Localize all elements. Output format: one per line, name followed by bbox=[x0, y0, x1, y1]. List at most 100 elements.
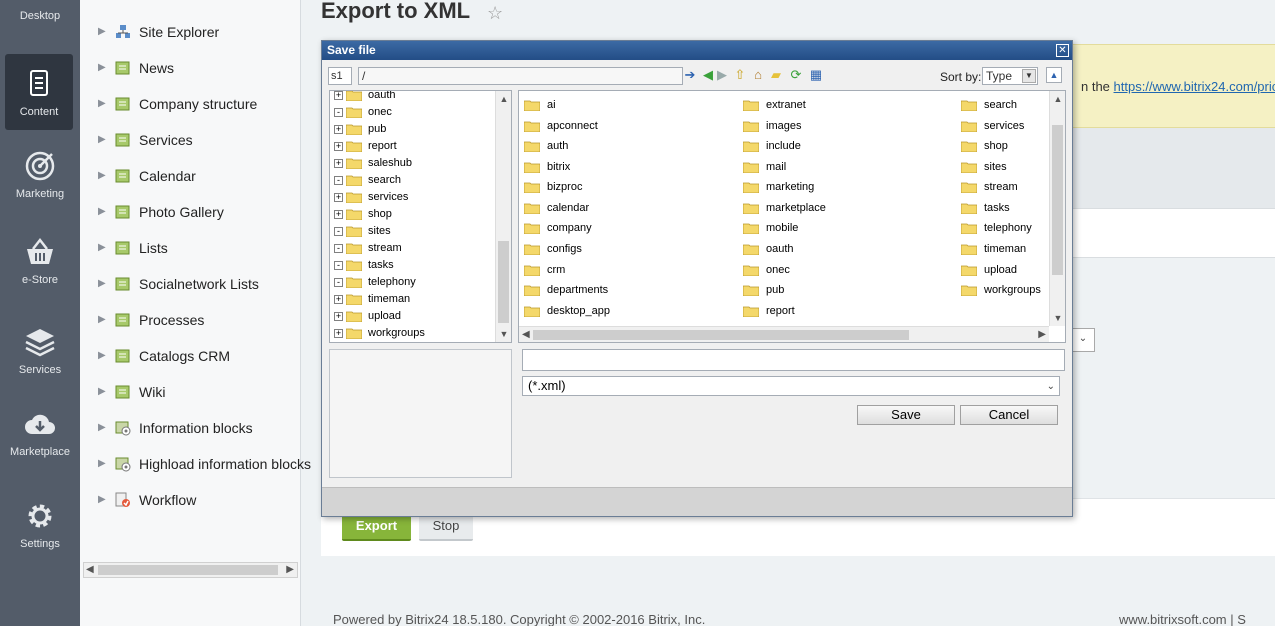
file-item[interactable]: mobile bbox=[743, 220, 943, 237]
tree-item-processes[interactable]: ▶ Processes bbox=[80, 309, 301, 331]
file-item[interactable]: marketing bbox=[743, 179, 943, 196]
dir-tree-item[interactable]: - telephony bbox=[330, 274, 500, 291]
scroll-right-icon[interactable]: ▶ bbox=[1038, 327, 1046, 342]
expand-icon[interactable]: + bbox=[334, 91, 343, 100]
expand-icon[interactable]: - bbox=[334, 244, 343, 253]
close-icon[interactable]: ✕ bbox=[1056, 44, 1069, 57]
tree-item-calendar[interactable]: ▶ Calendar bbox=[80, 165, 301, 187]
tree-item-information-blocks[interactable]: ▶ Information blocks bbox=[80, 417, 301, 439]
sort-by-select[interactable]: Type ▼ bbox=[982, 67, 1038, 85]
price-link[interactable]: https://www.bitrix24.com/price bbox=[1114, 79, 1275, 94]
forward-icon[interactable]: ▶ bbox=[714, 67, 730, 83]
file-item[interactable]: extranet bbox=[743, 97, 943, 114]
rail-item-marketing[interactable]: Marketing bbox=[0, 150, 80, 200]
file-item[interactable]: auth bbox=[524, 138, 724, 155]
expand-arrow-icon[interactable]: ▶ bbox=[98, 57, 106, 79]
expand-arrow-icon[interactable]: ▶ bbox=[98, 129, 106, 151]
scroll-down-icon[interactable]: ▼ bbox=[1050, 310, 1065, 326]
dir-tree-item[interactable]: + timeman bbox=[330, 291, 500, 308]
tree-item-site-explorer[interactable]: ▶ Site Explorer bbox=[80, 21, 301, 43]
scroll-left-icon[interactable]: ◀ bbox=[86, 563, 94, 577]
scroll-left-icon[interactable]: ◀ bbox=[522, 327, 530, 342]
file-item[interactable]: company bbox=[524, 220, 724, 237]
expand-arrow-icon[interactable]: ▶ bbox=[98, 93, 106, 115]
expand-arrow-icon[interactable]: ▶ bbox=[98, 309, 106, 331]
file-item[interactable]: bitrix bbox=[524, 159, 724, 176]
file-item[interactable]: pub bbox=[743, 282, 943, 299]
expand-icon[interactable]: + bbox=[334, 159, 343, 168]
file-item[interactable]: mail bbox=[743, 159, 943, 176]
dir-tree-item[interactable]: + shop bbox=[330, 206, 500, 223]
dir-tree-item[interactable]: + report bbox=[330, 138, 500, 155]
scroll-right-icon[interactable]: ▶ bbox=[286, 563, 294, 577]
expand-icon[interactable]: + bbox=[334, 142, 343, 151]
tree-item-lists[interactable]: ▶ Lists bbox=[80, 237, 301, 259]
dir-tree-item[interactable]: - search bbox=[330, 172, 500, 189]
file-item[interactable]: images bbox=[743, 118, 943, 135]
tree-item-company-structure[interactable]: ▶ Company structure bbox=[80, 93, 301, 115]
dir-tree-item[interactable]: + upload bbox=[330, 308, 500, 325]
expand-icon[interactable]: - bbox=[334, 261, 343, 270]
dir-tree-item[interactable]: + saleshub bbox=[330, 155, 500, 172]
dir-tree-item[interactable]: - tasks bbox=[330, 257, 500, 274]
dir-tree-item[interactable]: + pub bbox=[330, 121, 500, 138]
filename-input[interactable] bbox=[522, 349, 1065, 371]
file-item[interactable]: marketplace bbox=[743, 200, 943, 217]
scroll-thumb[interactable] bbox=[98, 565, 278, 575]
home-icon[interactable]: ⌂ bbox=[750, 67, 766, 83]
expand-icon[interactable]: - bbox=[334, 227, 343, 236]
favorite-star-icon[interactable]: ☆ bbox=[487, 3, 503, 24]
expand-icon[interactable]: + bbox=[334, 125, 343, 134]
dir-tree-item[interactable]: + workgroups bbox=[330, 325, 500, 342]
tree-item-catalogs-crm[interactable]: ▶ Catalogs CRM bbox=[80, 345, 301, 367]
expand-icon[interactable]: + bbox=[334, 312, 343, 321]
scroll-up-icon[interactable]: ▲ bbox=[496, 91, 511, 107]
expand-icon[interactable]: + bbox=[334, 210, 343, 219]
file-item[interactable]: departments bbox=[524, 282, 724, 299]
dir-tree-item[interactable]: + oauth bbox=[330, 91, 500, 104]
file-item[interactable]: calendar bbox=[524, 200, 724, 217]
file-item[interactable]: desktop_app bbox=[524, 303, 724, 320]
file-item[interactable]: oauth bbox=[743, 241, 943, 258]
cancel-button[interactable]: Cancel bbox=[960, 405, 1058, 425]
file-item[interactable]: crm bbox=[524, 262, 724, 279]
tree-item-wiki[interactable]: ▶ Wiki bbox=[80, 381, 301, 403]
rail-item-services[interactable]: Services bbox=[0, 326, 80, 376]
scroll-thumb[interactable] bbox=[1052, 125, 1063, 275]
expand-arrow-icon[interactable]: ▶ bbox=[98, 489, 106, 511]
file-item[interactable]: report bbox=[743, 303, 943, 320]
tree-item-highload-information-blocks[interactable]: ▶ Highload information blocks bbox=[80, 453, 311, 475]
path-input[interactable]: / bbox=[358, 67, 683, 85]
tree-item-news[interactable]: ▶ News bbox=[80, 57, 301, 79]
refresh-icon[interactable]: ⟳ bbox=[788, 67, 804, 83]
rail-item-marketplace[interactable]: Marketplace bbox=[0, 408, 80, 458]
expand-arrow-icon[interactable]: ▶ bbox=[98, 417, 106, 439]
rail-item-content[interactable]: Content bbox=[5, 54, 73, 130]
expand-icon[interactable]: + bbox=[334, 329, 343, 338]
scroll-up-icon[interactable]: ▲ bbox=[1050, 91, 1065, 107]
file-item[interactable]: ai bbox=[524, 97, 724, 114]
tree-item-services[interactable]: ▶ Services bbox=[80, 129, 301, 151]
expand-icon[interactable]: - bbox=[334, 176, 343, 185]
tree-horizontal-scrollbar[interactable]: ◀ ▶ bbox=[83, 562, 298, 578]
view-mode-icon[interactable]: ▦ bbox=[808, 67, 824, 83]
scroll-thumb[interactable] bbox=[498, 241, 509, 323]
dir-tree-item[interactable]: + services bbox=[330, 189, 500, 206]
up-folder-icon[interactable]: ⇧ bbox=[732, 67, 748, 83]
rail-item-settings[interactable]: Settings bbox=[0, 500, 80, 550]
scroll-down-icon[interactable]: ▼ bbox=[496, 326, 511, 342]
file-item[interactable]: configs bbox=[524, 241, 724, 258]
expand-icon[interactable]: - bbox=[334, 278, 343, 287]
expand-arrow-icon[interactable]: ▶ bbox=[98, 345, 106, 367]
dropdown-arrow-icon[interactable]: ⌄ bbox=[1071, 328, 1095, 352]
files-horizontal-scrollbar[interactable]: ◀ ▶ bbox=[519, 326, 1049, 342]
expand-icon[interactable]: + bbox=[334, 295, 343, 304]
scroll-thumb[interactable] bbox=[533, 330, 909, 340]
tree-item-photo-gallery[interactable]: ▶ Photo Gallery bbox=[80, 201, 301, 223]
footer-links[interactable]: www.bitrixsoft.com | S bbox=[1119, 612, 1246, 626]
tree-item-workflow[interactable]: ▶ Workflow bbox=[80, 489, 301, 511]
sort-direction-icon[interactable]: ▲ bbox=[1046, 67, 1062, 83]
site-select[interactable]: s1 bbox=[328, 67, 352, 85]
file-type-select[interactable]: (*.xml) ⌄ bbox=[522, 376, 1060, 396]
go-icon[interactable]: ➔ bbox=[682, 67, 698, 83]
